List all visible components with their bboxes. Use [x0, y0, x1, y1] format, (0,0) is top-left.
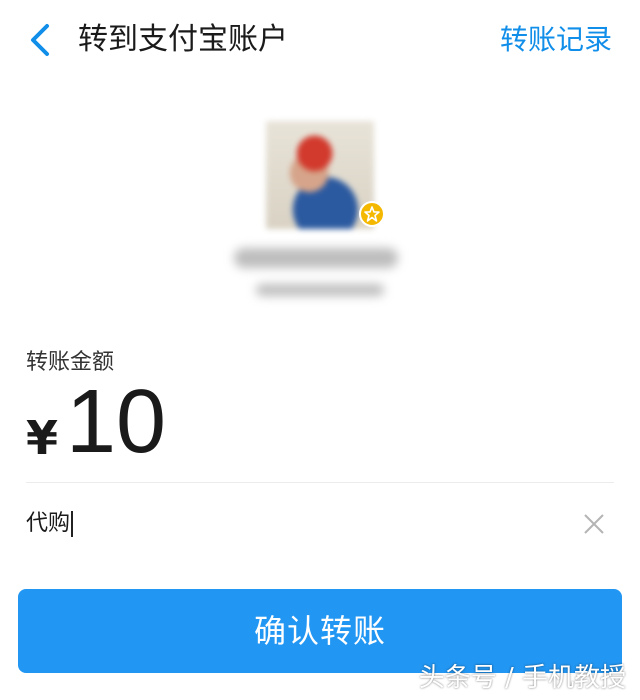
recipient-name-redacted [234, 248, 398, 268]
divider [26, 482, 614, 483]
text-cursor [71, 511, 74, 537]
star-badge-icon [359, 201, 385, 227]
navigation-bar: 转到支付宝账户 转账记录 [0, 0, 640, 82]
memo-text: 代购 [26, 511, 71, 536]
watermark: 头条号 / 手机教授 [418, 663, 626, 693]
amount-input[interactable]: 10 [66, 372, 166, 472]
clear-memo-button[interactable] [576, 506, 612, 542]
recipient-account-redacted [256, 284, 384, 296]
transfer-history-link[interactable]: 转账记录 [500, 20, 612, 60]
memo-input[interactable]: 代购 [26, 506, 586, 542]
chevron-left-icon [31, 24, 49, 56]
recipient-avatar-container [266, 121, 385, 229]
page-title: 转到支付宝账户 [78, 22, 288, 57]
currency-symbol: ¥ [26, 411, 59, 465]
close-icon [584, 514, 604, 534]
avatar [266, 121, 374, 229]
back-button[interactable] [18, 18, 62, 62]
